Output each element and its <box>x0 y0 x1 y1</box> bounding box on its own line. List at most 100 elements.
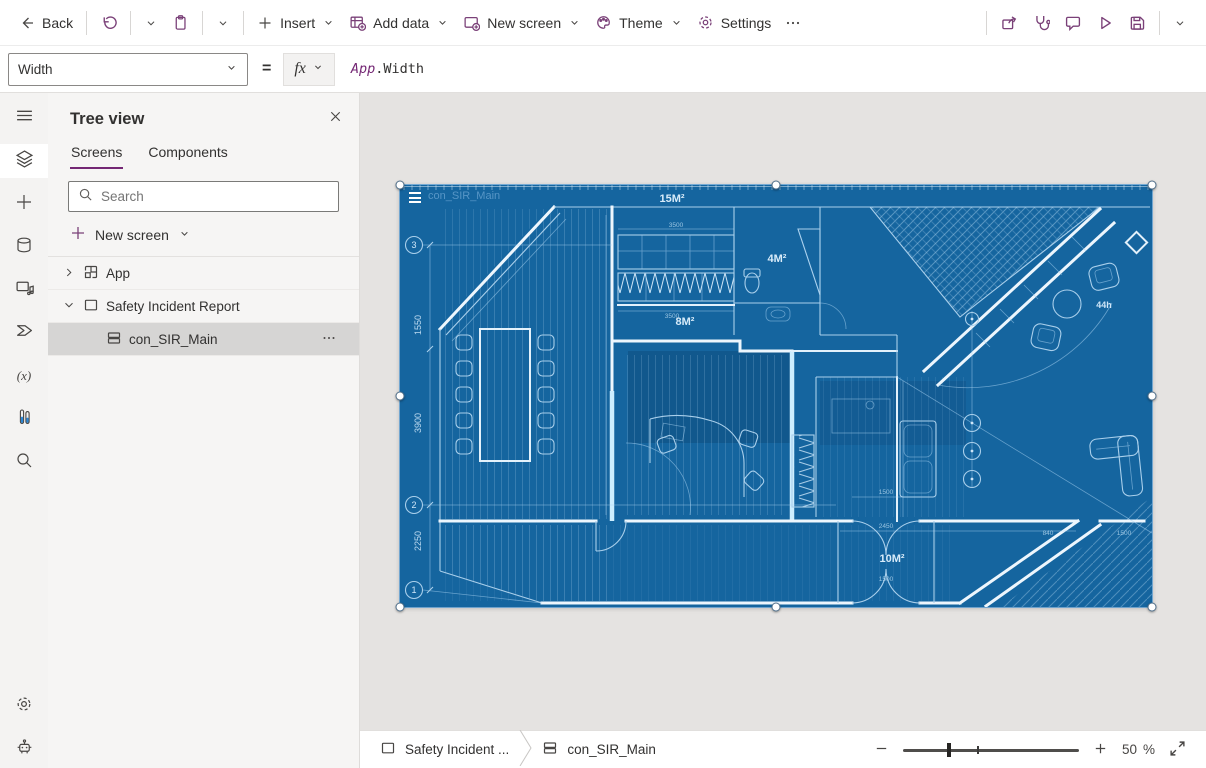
item-more-button[interactable] <box>321 330 337 349</box>
save-options-chevron[interactable] <box>1166 10 1194 36</box>
dim-label: 1550 <box>413 315 423 335</box>
tree-item-app[interactable]: App <box>48 257 359 290</box>
rail-search-button[interactable] <box>0 445 48 479</box>
zoom-percentage: 50% <box>1121 742 1155 757</box>
zoom-slider[interactable] <box>902 742 1079 758</box>
tree-item-label: Safety Incident Report <box>106 298 240 314</box>
resize-handle-s[interactable] <box>771 602 781 612</box>
breadcrumb-screen[interactable]: Safety Incident ... <box>370 740 519 759</box>
insert-label: Insert <box>280 14 316 31</box>
stethoscope-icon <box>1032 14 1050 32</box>
small-dim: 3500 <box>669 222 684 229</box>
paste-menu-chevron[interactable] <box>209 10 237 36</box>
add-data-button[interactable]: Add data <box>342 8 456 37</box>
share-button[interactable] <box>993 8 1025 38</box>
resize-handle-e[interactable] <box>1147 391 1157 401</box>
app-checker-button[interactable] <box>1025 8 1057 38</box>
small-dim: 1500 <box>1117 530 1132 537</box>
resize-handle-se[interactable] <box>1147 602 1157 612</box>
resize-handle-n[interactable] <box>771 180 781 190</box>
resize-handle-nw[interactable] <box>395 180 405 190</box>
tree-item-container[interactable]: con_SIR_Main <box>48 323 359 356</box>
canvas-area[interactable]: 15M² 4M² 8M² 10M² 44h 3 2 1 1550 3900 22… <box>360 93 1206 768</box>
new-screen-button-panel[interactable]: New screen <box>48 212 359 256</box>
resize-handle-ne[interactable] <box>1147 180 1157 190</box>
resize-handle-sw[interactable] <box>395 602 405 612</box>
breadcrumb-container-label: con_SIR_Main <box>567 742 656 757</box>
tree-view-title: Tree view <box>70 109 145 128</box>
clipboard-paste-icon <box>172 14 189 31</box>
tree-item-screen[interactable]: Safety Incident Report <box>48 290 359 323</box>
settings-label: Settings <box>720 14 772 31</box>
tree-view-panel: Tree view Screens Components New scree <box>48 93 360 768</box>
chevron-down-icon <box>1173 16 1187 30</box>
blueprint-floor-plan[interactable]: 15M² 4M² 8M² 10M² 44h 3 2 1 1550 3900 22… <box>400 185 1152 607</box>
chevron-down-icon <box>312 60 324 78</box>
formula-bar: Width = fx App.Width <box>0 46 1206 93</box>
resize-handle-w[interactable] <box>395 391 405 401</box>
equals-sign: = <box>262 60 272 77</box>
undo-menu-chevron[interactable] <box>137 10 165 36</box>
play-icon <box>1096 14 1114 32</box>
close-icon[interactable] <box>328 109 343 129</box>
zoom-slider-track[interactable] <box>902 748 1079 752</box>
theme-button[interactable]: Theme <box>588 8 690 37</box>
preview-button[interactable] <box>1089 8 1121 38</box>
paste-button[interactable] <box>165 8 196 37</box>
fx-dropdown[interactable]: fx <box>283 52 335 86</box>
rail-virtual-agent-button[interactable] <box>0 732 48 766</box>
hamburger-icon <box>15 106 34 130</box>
grid-ref: 3 <box>411 240 416 250</box>
small-dim: 2450 <box>879 523 894 530</box>
chevron-down-icon <box>144 16 158 30</box>
chevron-down-icon[interactable] <box>62 298 76 315</box>
rail-menu-button[interactable] <box>0 101 48 135</box>
property-dropdown[interactable]: Width <box>8 52 248 86</box>
search-icon <box>78 187 93 207</box>
tab-components[interactable]: Components <box>147 139 228 169</box>
fx-label: fx <box>294 60 306 77</box>
rail-data-button[interactable] <box>0 230 48 264</box>
zoom-slider-handle[interactable] <box>946 742 951 757</box>
zoom-in-button[interactable] <box>1093 741 1108 759</box>
dim-label: 3900 <box>413 413 423 433</box>
rail-settings-button[interactable] <box>0 689 48 723</box>
room-label: 44h <box>1096 300 1112 310</box>
blueprint-title-overlay: con_SIR_Main <box>428 190 501 202</box>
save-button[interactable] <box>1121 8 1153 38</box>
power-automate-icon <box>15 321 34 345</box>
settings-button[interactable]: Settings <box>690 8 779 37</box>
undo-button[interactable] <box>93 8 124 37</box>
chevron-right-icon[interactable] <box>62 265 76 282</box>
comments-button[interactable] <box>1057 8 1089 38</box>
chevron-down-icon <box>436 16 449 29</box>
more-commands-button[interactable] <box>778 9 808 37</box>
rail-power-automate-button[interactable] <box>0 316 48 350</box>
back-arrow-icon <box>19 15 35 31</box>
rail-variables-button[interactable]: (x) <box>0 359 48 393</box>
formula-input[interactable]: App.Width <box>351 61 424 77</box>
insert-button[interactable]: Insert <box>250 9 342 37</box>
rail-tree-view-button[interactable] <box>0 144 48 178</box>
powerapps-studio: Back Insert Add data New screen Theme Se… <box>0 0 1206 768</box>
small-dim: 1500 <box>879 576 894 583</box>
new-screen-icon <box>463 14 481 31</box>
back-button[interactable]: Back <box>12 9 80 37</box>
undo-icon <box>100 14 117 31</box>
zoom-out-button[interactable] <box>874 741 889 759</box>
search-input[interactable] <box>101 189 329 204</box>
selected-image-control[interactable]: 15M² 4M² 8M² 10M² 44h 3 2 1 1550 3900 22… <box>395 180 1157 612</box>
tab-screens[interactable]: Screens <box>70 139 124 169</box>
divider <box>1159 10 1160 35</box>
tree-tabs: Screens Components <box>48 139 359 169</box>
breadcrumb-screen-label: Safety Incident ... <box>405 742 510 757</box>
new-screen-button[interactable]: New screen <box>456 8 588 37</box>
rail-media-button[interactable] <box>0 273 48 307</box>
tree-search-box[interactable] <box>68 181 339 212</box>
room-label: 4M² <box>768 253 787 265</box>
breadcrumb-container[interactable]: con_SIR_Main <box>532 740 666 759</box>
fit-to-window-button[interactable] <box>1169 740 1186 760</box>
settings-gear-icon <box>15 695 33 718</box>
rail-advanced-tools-button[interactable] <box>0 402 48 436</box>
rail-insert-button[interactable] <box>0 187 48 221</box>
